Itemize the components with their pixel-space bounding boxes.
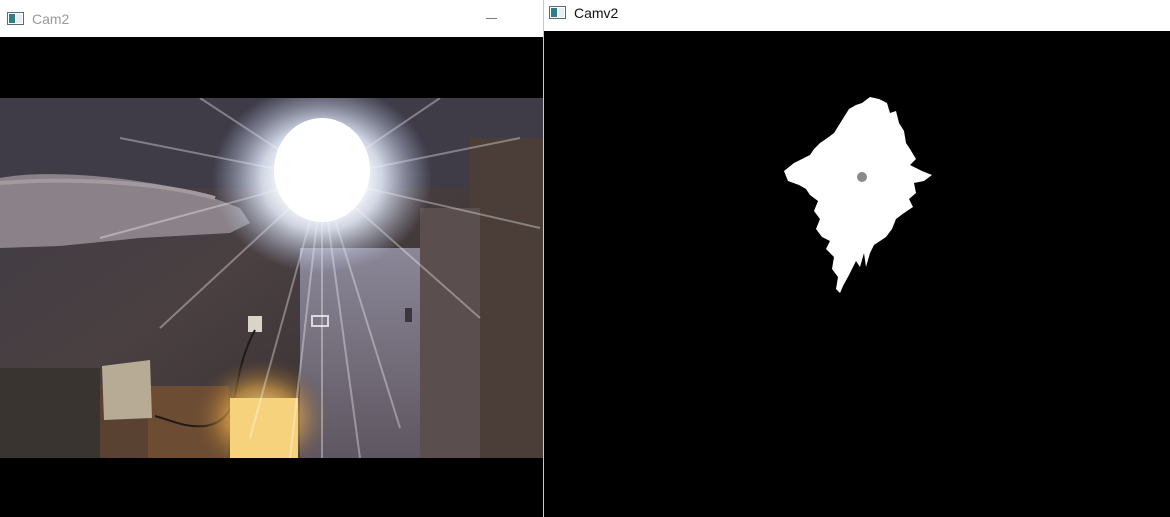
cam2-titlebar[interactable]: Cam2 bbox=[0, 0, 543, 37]
cam2-viewport bbox=[0, 37, 543, 517]
camv2-viewport bbox=[544, 31, 1170, 517]
window-title: Cam2 bbox=[32, 10, 70, 27]
camv2-titlebar[interactable]: Camv2 bbox=[544, 0, 1170, 31]
window-title: Camv2 bbox=[574, 4, 619, 21]
threshold-mask-image bbox=[544, 31, 1170, 517]
minimize-button[interactable] bbox=[478, 8, 504, 28]
window-app-icon bbox=[549, 6, 566, 19]
camv2-window: Camv2 bbox=[544, 0, 1170, 517]
centroid-marker bbox=[857, 172, 867, 182]
cam2-window: Cam2 bbox=[0, 0, 543, 517]
minimize-icon bbox=[485, 17, 497, 19]
camera-feed-image bbox=[0, 98, 543, 458]
window-app-icon bbox=[7, 12, 24, 25]
